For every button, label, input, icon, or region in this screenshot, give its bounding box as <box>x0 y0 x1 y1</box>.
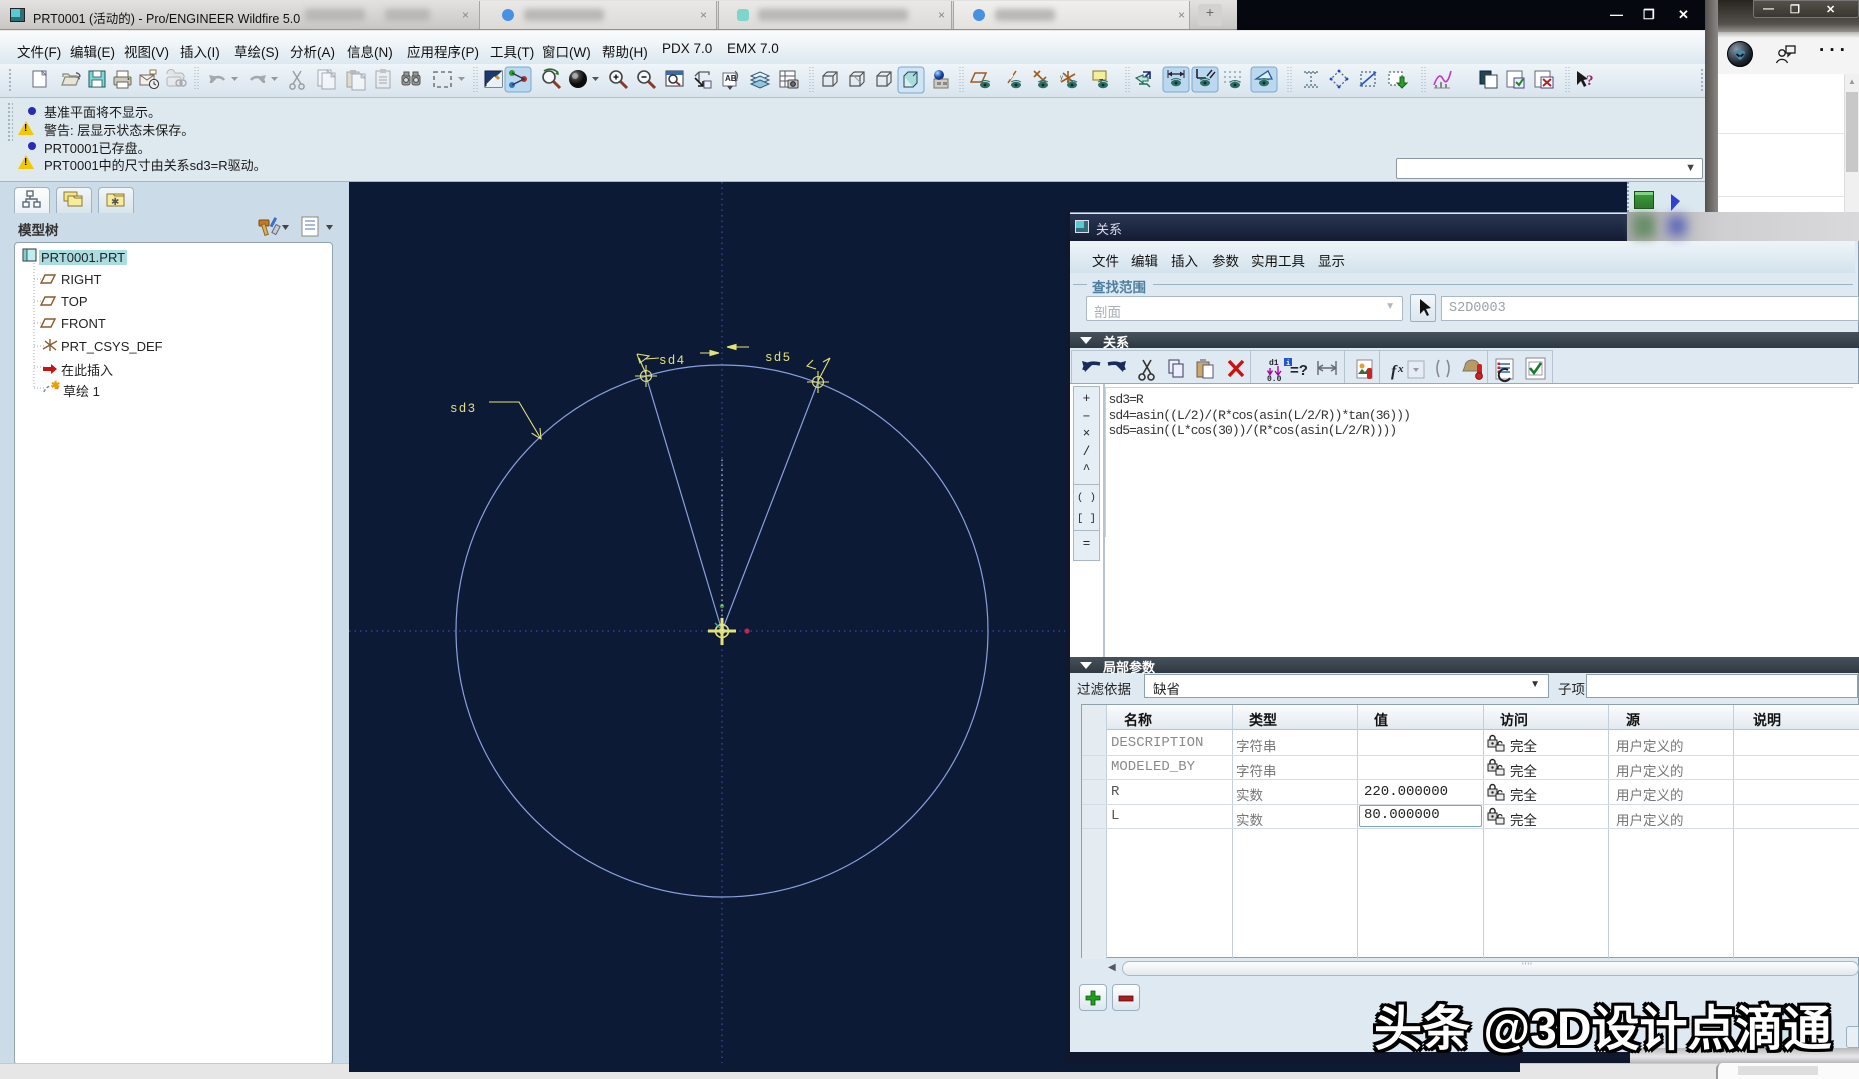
svg-text:sd5: sd5 <box>765 351 791 365</box>
svg-text:sd3: sd3 <box>450 402 476 416</box>
svg-text:x: x <box>1397 363 1404 375</box>
svg-text:✱: ✱ <box>51 380 60 392</box>
svg-text:?: ? <box>1586 73 1594 89</box>
svg-text:✱: ✱ <box>111 197 119 208</box>
svg-text:=?: =? <box>1290 362 1308 379</box>
svg-text:sd4: sd4 <box>659 354 685 368</box>
svg-text:f: f <box>1391 363 1398 380</box>
svg-text:AB: AB <box>725 74 737 83</box>
svg-text:y: y <box>1060 75 1063 81</box>
